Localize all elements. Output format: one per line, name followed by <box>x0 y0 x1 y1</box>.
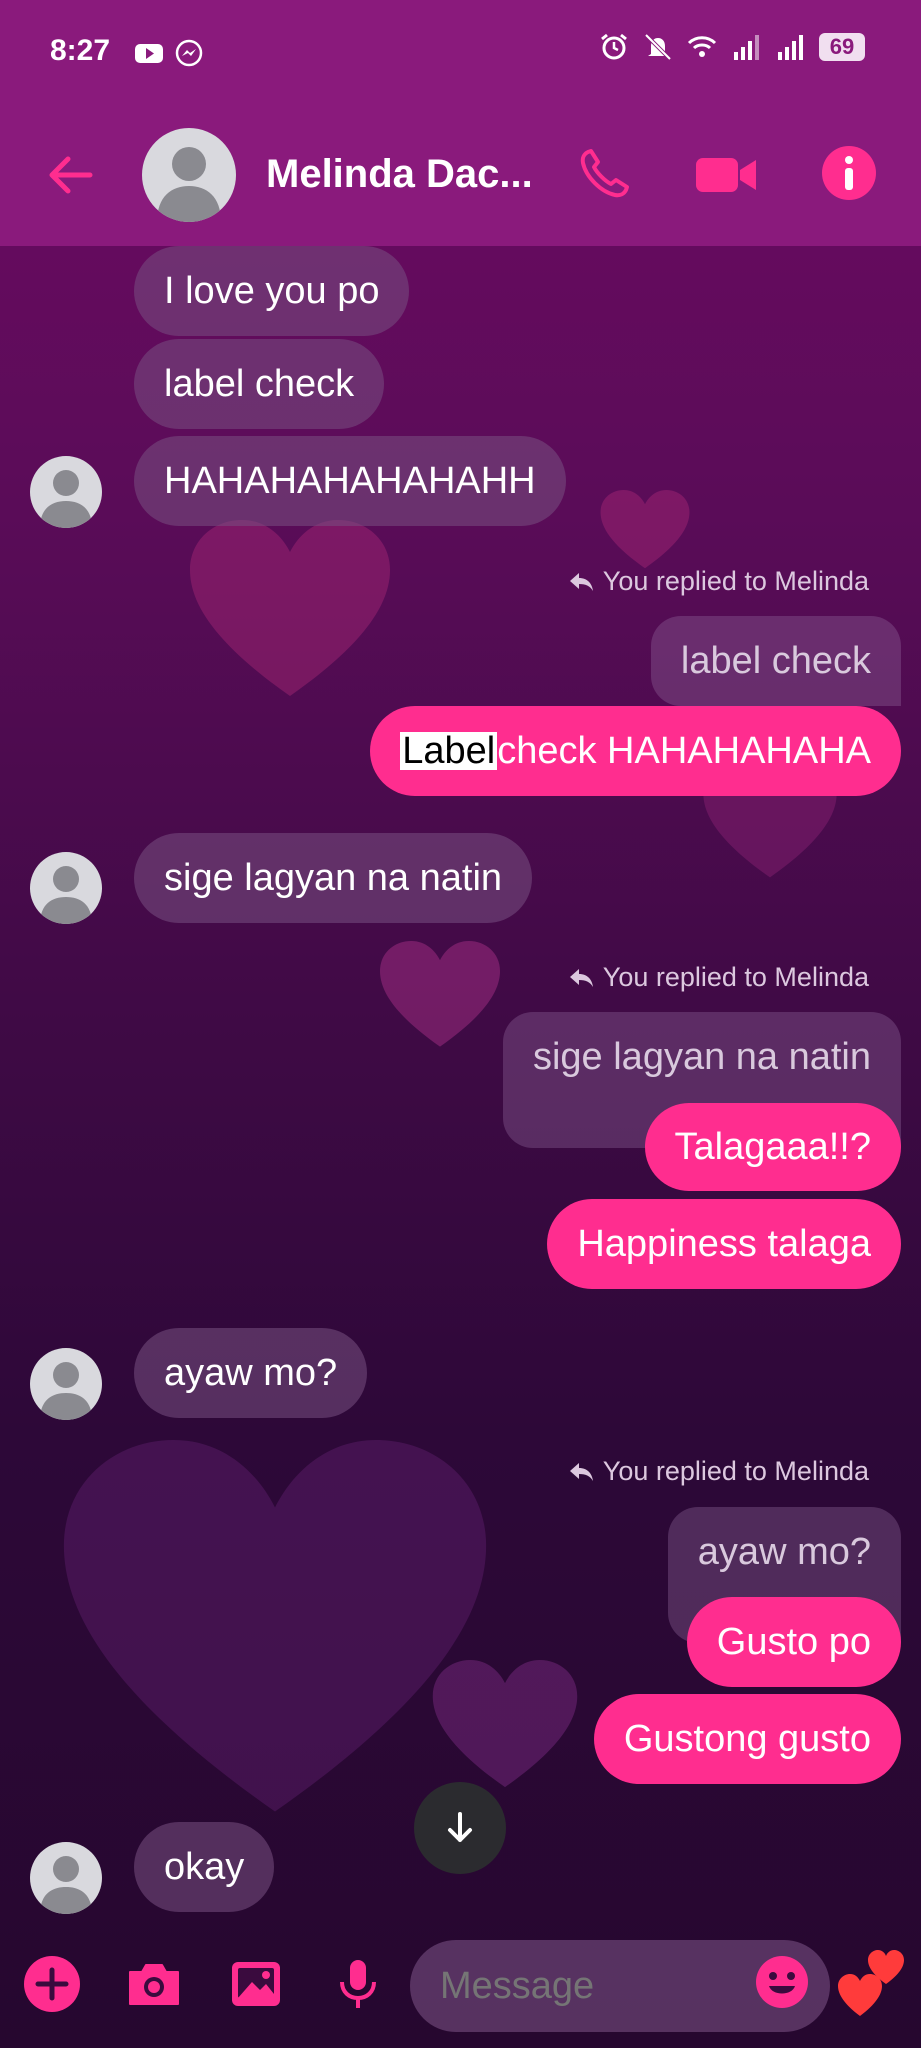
youtube-icon <box>135 44 163 63</box>
conversation-header: Melinda Dac... <box>0 100 921 246</box>
wifi-icon <box>687 36 717 57</box>
signal-icon <box>778 35 803 60</box>
outgoing-message[interactable]: Gustong gusto <box>593 1694 901 1784</box>
reply-indicator: You replied to Melinda <box>567 1456 869 1487</box>
outgoing-message[interactable]: Gusto po <box>686 1597 901 1687</box>
reply-indicator-text: You replied to Melinda <box>602 566 869 596</box>
reply-arrow-icon <box>569 968 593 987</box>
reply-arrow-icon <box>569 1462 593 1481</box>
incoming-message[interactable]: I love you po <box>134 246 410 336</box>
battery-level: 69 <box>819 33 865 61</box>
background-heart <box>430 1660 580 1790</box>
phone-icon[interactable] <box>574 144 634 204</box>
video-camera-icon[interactable] <box>694 148 758 202</box>
quick-reaction-hearts-icon[interactable] <box>836 1946 906 2020</box>
down-arrow-icon <box>448 1812 472 1842</box>
message-composer <box>0 1932 921 2048</box>
reply-indicator: You replied to Melinda <box>567 566 869 597</box>
info-icon[interactable] <box>820 144 878 202</box>
outgoing-message[interactable]: Label check HAHAHAHAHA <box>370 706 901 796</box>
selected-text[interactable]: Label <box>400 732 498 770</box>
scroll-to-bottom-button[interactable] <box>414 1782 506 1874</box>
signal-icon <box>734 35 759 60</box>
incoming-message[interactable]: ayaw mo? <box>134 1328 368 1418</box>
system-icons: 69 <box>599 32 865 62</box>
gallery-icon[interactable] <box>226 1954 286 2014</box>
muted-bell-icon <box>644 33 672 61</box>
quoted-message[interactable]: label check <box>650 616 901 706</box>
contact-avatar[interactable] <box>142 128 236 222</box>
incoming-message[interactable]: sige lagyan na natin <box>134 833 533 923</box>
message-text: check HAHAHAHAHA <box>497 730 871 772</box>
emoji-icon[interactable] <box>754 1954 810 2010</box>
sender-avatar[interactable] <box>30 456 102 528</box>
reply-arrow-icon <box>569 572 593 591</box>
incoming-message[interactable]: HAHAHAHAHAHAHH <box>134 436 566 526</box>
reply-indicator-text: You replied to Melinda <box>602 962 869 992</box>
outgoing-message[interactable]: Happiness talaga <box>547 1199 901 1289</box>
back-arrow-icon[interactable] <box>40 145 100 205</box>
sender-avatar[interactable] <box>30 852 102 924</box>
messenger-icon <box>175 39 203 67</box>
plus-icon[interactable] <box>22 1954 82 2014</box>
background-heart <box>190 520 390 700</box>
microphone-icon[interactable] <box>328 1954 388 2014</box>
camera-icon[interactable] <box>124 1954 184 2014</box>
outgoing-message[interactable]: Talagaaa!!? <box>644 1103 901 1191</box>
incoming-message[interactable]: okay <box>134 1822 275 1912</box>
background-heart <box>60 1440 490 1820</box>
background-heart <box>380 940 500 1050</box>
reply-indicator: You replied to Melinda <box>567 962 869 993</box>
reply-indicator-text: You replied to Melinda <box>602 1456 869 1486</box>
alarm-icon <box>601 33 627 60</box>
status-time: 8:27 <box>50 34 111 67</box>
sender-avatar[interactable] <box>30 1348 102 1420</box>
background-heart <box>600 490 690 570</box>
sender-avatar[interactable] <box>30 1842 102 1914</box>
status-bar: 8:27 69 <box>0 0 921 100</box>
contact-name[interactable]: Melinda Dac... <box>266 152 533 197</box>
incoming-message[interactable]: label check <box>134 339 385 429</box>
notification-icons <box>134 38 204 68</box>
